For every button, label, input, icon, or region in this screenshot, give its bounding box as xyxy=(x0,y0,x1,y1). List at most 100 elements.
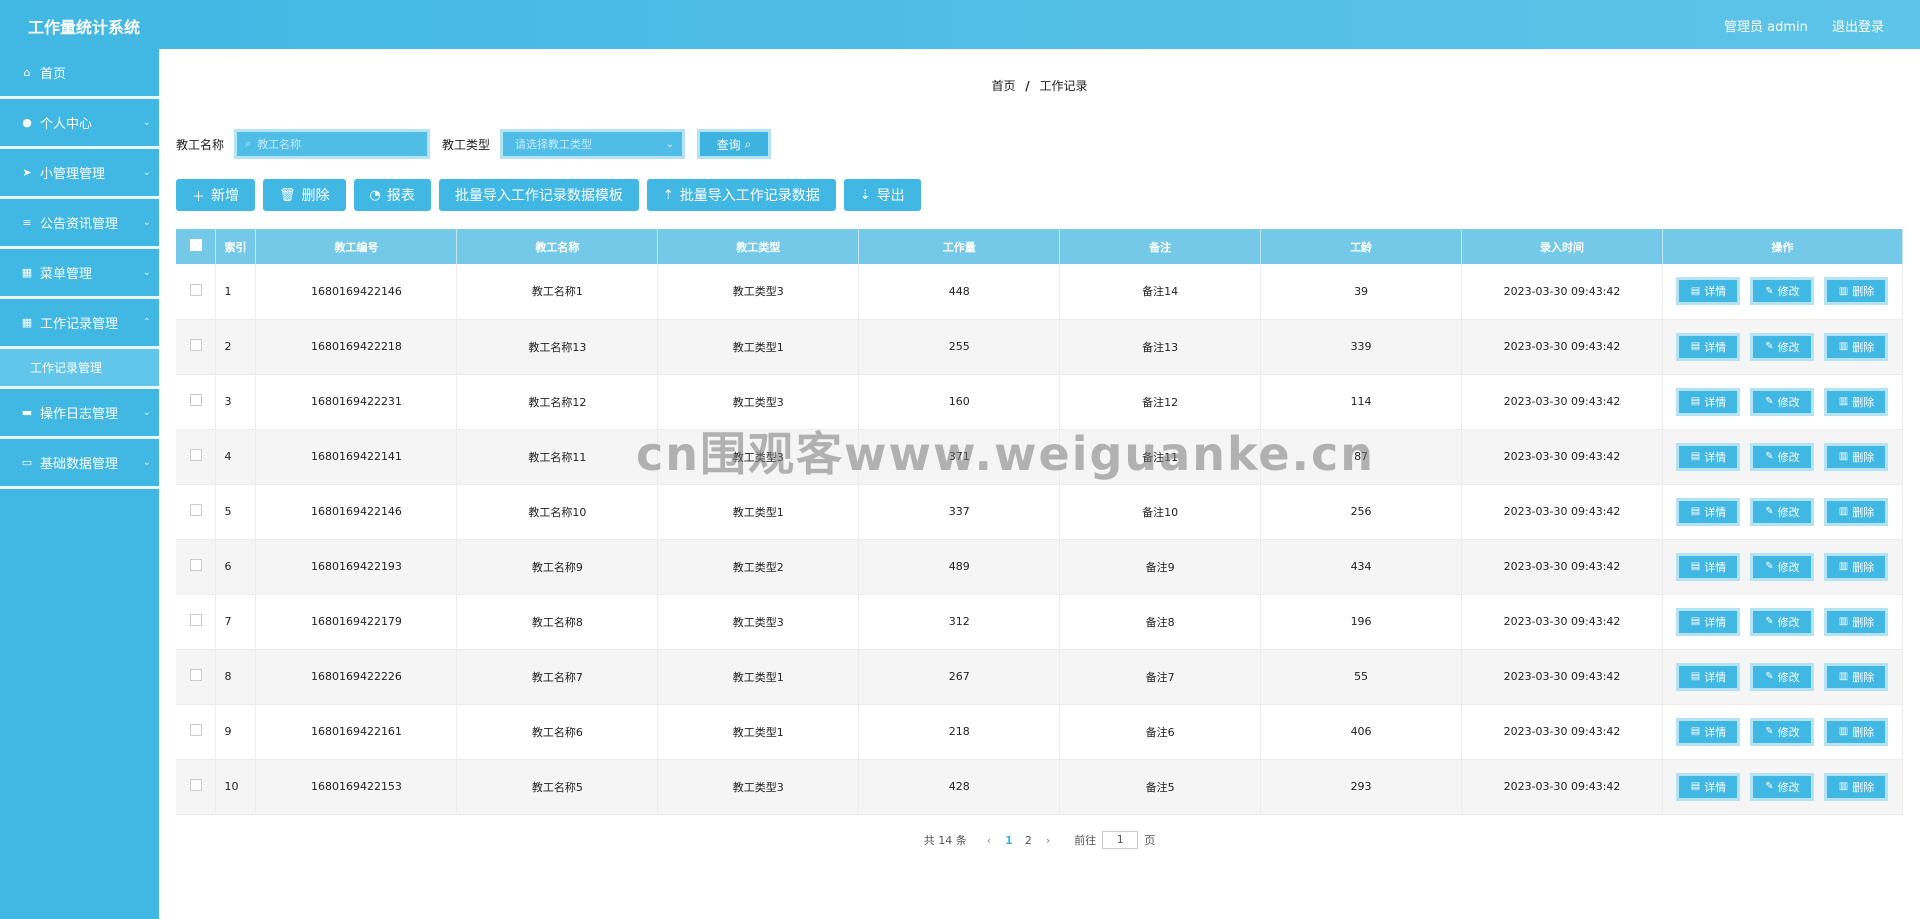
report-button[interactable]: ◔ 报表 xyxy=(353,179,431,211)
edit-button[interactable]: ✎ 修改 xyxy=(1750,772,1815,801)
user-label[interactable]: 管理员 admin xyxy=(1724,20,1808,35)
sidebar-item-personal-center[interactable]: ● 个人中心 ⌄ xyxy=(0,99,159,149)
row-delete-button[interactable]: ▥ 删除 xyxy=(1824,552,1889,581)
row-delete-button[interactable]: ▥ 删除 xyxy=(1824,442,1889,471)
detail-button[interactable]: ▤ 详情 xyxy=(1676,772,1741,801)
user-icon: ● xyxy=(22,116,32,129)
edit-button[interactable]: ✎ 修改 xyxy=(1750,277,1815,306)
row-delete-button[interactable]: ▥ 删除 xyxy=(1824,772,1889,801)
row-delete-button[interactable]: ▥ 删除 xyxy=(1824,607,1889,636)
import-data-button[interactable]: ⇡ 批量导入工作记录数据 xyxy=(646,179,836,211)
cell-actions: ▤ 详情 ✎ 修改 ▥ 删除 xyxy=(1662,429,1904,485)
detail-button[interactable]: ▤ 详情 xyxy=(1676,332,1741,361)
detail-button[interactable]: ▤ 详情 xyxy=(1676,552,1741,581)
row-delete-button[interactable]: ▥ 删除 xyxy=(1824,277,1889,306)
sidebar-item-menu-manage[interactable]: ▦ 菜单管理 ⌄ xyxy=(0,249,159,299)
cell-staff-type: 教工类型1 xyxy=(657,704,860,760)
edit-button[interactable]: ✎ 修改 xyxy=(1750,387,1815,416)
cell-seniority: 55 xyxy=(1260,649,1463,705)
sidebar-item-admin-manage[interactable]: ➤ 小管理管理 ⌄ xyxy=(0,149,159,199)
row-checkbox-cell[interactable] xyxy=(176,264,217,320)
next-page-icon[interactable]: › xyxy=(1046,834,1050,847)
export-button[interactable]: ⇣ 导出 xyxy=(843,179,921,211)
row-checkbox[interactable] xyxy=(189,779,202,791)
detail-button[interactable]: ▤ 详情 xyxy=(1676,497,1741,526)
delete-button-label: 删除 xyxy=(301,188,330,204)
row-checkbox-cell[interactable] xyxy=(176,704,217,760)
submenu-item-work-record[interactable]: 工作记录管理 xyxy=(0,349,159,389)
cell-staff-id: 1680169422146 xyxy=(255,484,458,540)
cell-remark: 备注12 xyxy=(1059,374,1262,430)
name-search-input[interactable]: ⌕ 教工名称 xyxy=(234,129,431,159)
sidebar-item-home[interactable]: ⌂ 首页 xyxy=(0,49,159,99)
logout-link[interactable]: 退出登录 xyxy=(1832,20,1884,35)
chevron-up-icon: ⌃ xyxy=(142,317,151,328)
row-checkbox-cell[interactable] xyxy=(176,374,217,430)
edit-button[interactable]: ✎ 修改 xyxy=(1750,497,1815,526)
row-checkbox[interactable] xyxy=(189,339,202,351)
sidebar-item-work-record[interactable]: ▦ 工作记录管理 ⌃ xyxy=(0,299,159,349)
query-button[interactable]: 查询 ⌕ xyxy=(697,129,772,159)
row-checkbox-cell[interactable] xyxy=(176,649,217,705)
cell-entry-time: 2023-03-30 09:43:42 xyxy=(1461,539,1663,595)
row-delete-button[interactable]: ▥ 删除 xyxy=(1824,497,1889,526)
import-template-button[interactable]: 批量导入工作记录数据模板 xyxy=(438,179,639,211)
row-checkbox[interactable] xyxy=(189,449,202,461)
search-icon: ⌕ xyxy=(245,137,252,150)
row-checkbox[interactable] xyxy=(189,669,202,681)
page-1[interactable]: 1 xyxy=(1005,834,1013,847)
edit-button[interactable]: ✎ 修改 xyxy=(1750,717,1815,746)
edit-button[interactable]: ✎ 修改 xyxy=(1750,607,1815,636)
add-button[interactable]: ＋ 新增 xyxy=(176,179,256,211)
row-delete-button[interactable]: ▥ 删除 xyxy=(1824,717,1889,746)
select-all-header[interactable] xyxy=(176,229,217,264)
row-checkbox-cell[interactable] xyxy=(176,594,217,650)
cell-seniority: 87 xyxy=(1260,429,1463,485)
breadcrumb-home[interactable]: 首页 xyxy=(991,79,1015,93)
detail-button[interactable]: ▤ 详情 xyxy=(1676,387,1741,416)
delete-button[interactable]: 🗑 删除 xyxy=(263,179,346,211)
detail-button[interactable]: ▤ 详情 xyxy=(1676,277,1741,306)
row-checkbox[interactable] xyxy=(189,504,202,516)
cell-remark: 备注5 xyxy=(1059,759,1262,815)
row-delete-button[interactable]: ▥ 删除 xyxy=(1824,387,1889,416)
edit-button[interactable]: ✎ 修改 xyxy=(1750,662,1815,691)
edit-label: 修改 xyxy=(1777,670,1800,684)
type-select[interactable]: 请选择教工类型 ⌄ xyxy=(500,129,686,159)
sidebar-item-base-data[interactable]: ▭ 基础数据管理 ⌄ xyxy=(0,439,159,489)
detail-button[interactable]: ▤ 详情 xyxy=(1676,442,1741,471)
row-checkbox[interactable] xyxy=(189,283,202,296)
row-checkbox[interactable] xyxy=(189,559,202,571)
row-checkbox-cell[interactable] xyxy=(176,539,217,595)
detail-button[interactable]: ▤ 详情 xyxy=(1676,607,1741,636)
page-2[interactable]: 2 xyxy=(1025,834,1032,847)
edit-label: 修改 xyxy=(1777,725,1800,739)
edit-button[interactable]: ✎ 修改 xyxy=(1750,442,1815,471)
row-checkbox-cell[interactable] xyxy=(176,759,217,815)
sidebar-item-operation-log[interactable]: ▬ 操作日志管理 ⌄ xyxy=(0,389,159,439)
row-checkbox[interactable] xyxy=(189,394,202,406)
prev-page-icon[interactable]: ‹ xyxy=(987,834,991,847)
select-all-checkbox[interactable] xyxy=(189,239,202,251)
sidebar-item-label: 菜单管理 xyxy=(40,267,93,282)
cell-index: 1 xyxy=(215,264,257,320)
col-staff-name: 教工名称 xyxy=(456,229,659,264)
trash-icon: ▥ xyxy=(1838,726,1849,737)
cell-remark: 备注7 xyxy=(1059,649,1262,705)
row-checkbox[interactable] xyxy=(189,614,202,626)
edit-button[interactable]: ✎ 修改 xyxy=(1750,552,1815,581)
cell-staff-name: 教工名称12 xyxy=(456,374,659,430)
row-checkbox-cell[interactable] xyxy=(176,319,217,375)
delete-label: 删除 xyxy=(1852,725,1875,739)
row-delete-button[interactable]: ▥ 删除 xyxy=(1824,332,1889,361)
row-checkbox[interactable] xyxy=(189,724,202,736)
cell-workload: 160 xyxy=(858,374,1061,430)
row-checkbox-cell[interactable] xyxy=(176,429,217,485)
sidebar-item-news[interactable]: ≡ 公告资讯管理 ⌄ xyxy=(0,199,159,249)
goto-page-input[interactable]: 1 xyxy=(1102,831,1139,849)
detail-button[interactable]: ▤ 详情 xyxy=(1676,717,1741,746)
row-delete-button[interactable]: ▥ 删除 xyxy=(1824,662,1889,691)
row-checkbox-cell[interactable] xyxy=(176,484,217,540)
detail-button[interactable]: ▤ 详情 xyxy=(1676,662,1741,691)
edit-button[interactable]: ✎ 修改 xyxy=(1750,332,1815,361)
